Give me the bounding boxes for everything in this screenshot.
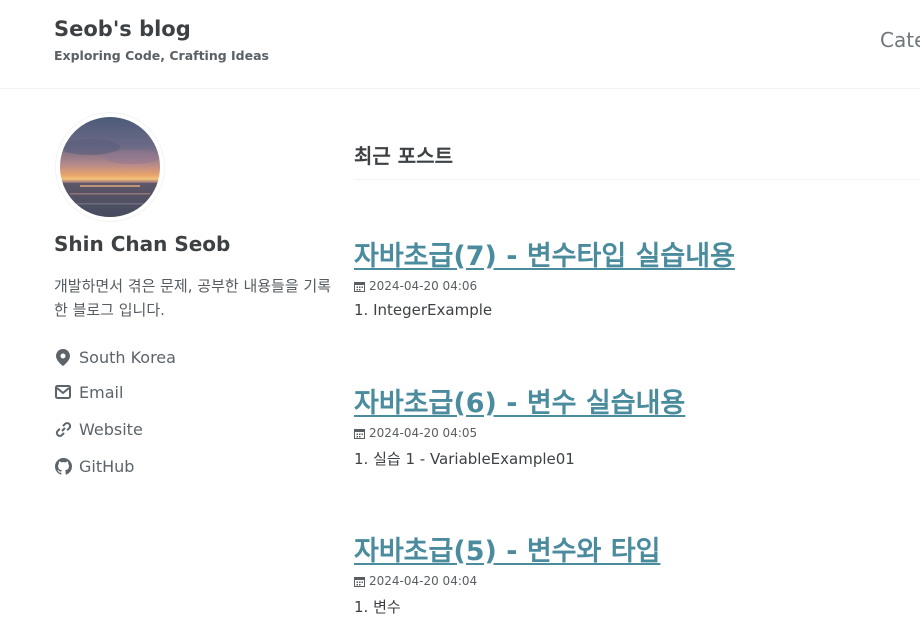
email-icon [54, 383, 72, 401]
author-link-email[interactable]: Email [54, 381, 123, 403]
post-excerpt: 1. 변수 [354, 598, 401, 616]
post-date: 2024-04-20 04:06 [369, 279, 478, 293]
location-icon [54, 348, 72, 366]
post-meta: 2024-04-20 04:05 [354, 426, 920, 440]
link-icon [54, 420, 72, 438]
post-date: 2024-04-20 04:05 [369, 426, 478, 440]
author-link-label: GitHub [79, 456, 135, 476]
post-item: 자바초급(5) - 변수와 타입 2024-04-20 04:04 1. 변수 [354, 529, 920, 617]
post-date: 2024-04-20 04:04 [369, 574, 478, 588]
author-link-github[interactable]: GitHub [54, 455, 134, 477]
author-link-website[interactable]: Website [54, 418, 143, 440]
post-meta: 2024-04-20 04:04 [354, 574, 920, 588]
avatar [55, 112, 165, 222]
post-item: 자바초급(7) - 변수타입 실습내용 2024-04-20 04:06 1. … [354, 234, 920, 319]
site-title[interactable]: Seob's blog [54, 17, 191, 41]
calendar-icon [354, 281, 365, 292]
section-title: 최근 포스트 [354, 140, 920, 180]
author-link-label: Website [79, 419, 143, 439]
post-meta: 2024-04-20 04:06 [354, 279, 920, 293]
author-link-label: Email [79, 382, 124, 402]
author-link-location[interactable]: South Korea [54, 346, 176, 368]
post-excerpt: 1. IntegerExample [354, 301, 493, 319]
post-item: 자바초급(6) - 변수 실습내용 2024-04-20 04:05 1. 실습… [354, 381, 920, 469]
site-subtitle: Exploring Code, Crafting Ideas [54, 48, 269, 63]
author-bio: 개발하면서 겪은 문제, 공부한 내용들을 기록한 블로그 입니다. [54, 277, 332, 319]
avatar-sunset-image [60, 117, 160, 217]
post-title-link[interactable]: 자바초급(5) - 변수와 타입 [354, 529, 920, 568]
calendar-icon [354, 576, 365, 587]
author-name: Shin Chan Seob [54, 232, 231, 256]
author-link-label: South Korea [79, 347, 176, 367]
post-excerpt: 1. 실습 1 - VariableExample01 [354, 450, 575, 468]
calendar-icon [354, 428, 365, 439]
post-title-link[interactable]: 자바초급(6) - 변수 실습내용 [354, 381, 920, 420]
post-title-link[interactable]: 자바초급(7) - 변수타입 실습내용 [354, 234, 920, 273]
masthead: Seob's blog Exploring Code, Crafting Ide… [0, 0, 920, 89]
github-icon [54, 457, 72, 475]
nav-item-categories[interactable]: Cate [880, 28, 920, 52]
